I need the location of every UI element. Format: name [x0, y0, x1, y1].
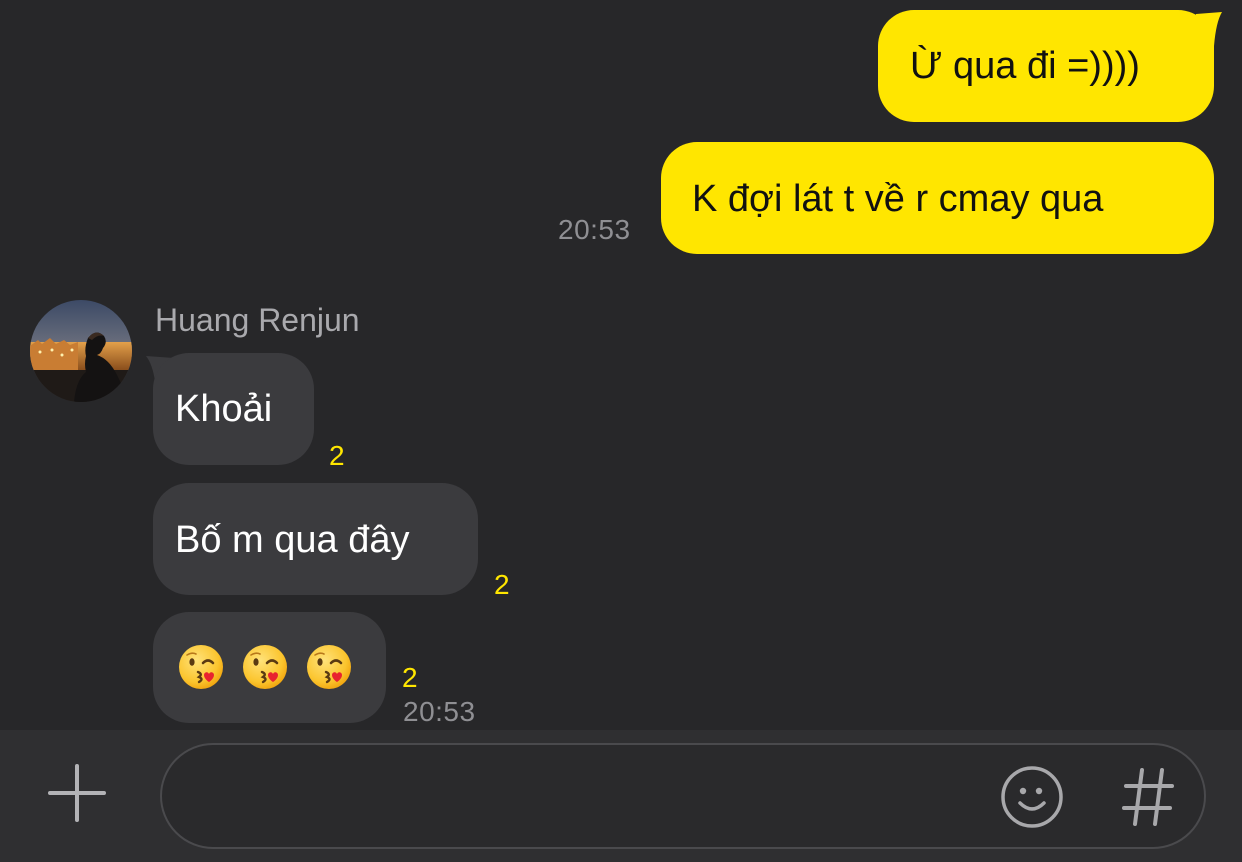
incoming-message[interactable]: Khoải — [153, 353, 314, 465]
message-text: Khoải — [175, 388, 273, 430]
incoming-message[interactable]: Bố m qua đây — [153, 483, 478, 595]
unread-count: 2 — [402, 662, 418, 693]
plus-icon[interactable] — [44, 760, 110, 826]
chat-history[interactable]: Ừ qua đi =)))) K đợi lát t về r cmay qua… — [0, 0, 1242, 730]
kissing-heart-face-icon — [305, 642, 355, 692]
sender-avatar[interactable] — [30, 300, 132, 402]
sender-name: Huang Renjun — [155, 302, 360, 338]
message-text: Bố m qua đây — [175, 519, 410, 561]
emoji-row — [177, 642, 386, 692]
bubble-tail — [1196, 12, 1222, 46]
unread-count: 2 — [494, 569, 510, 600]
message-text: K đợi lát t về r cmay qua — [692, 178, 1104, 220]
kissing-heart-face-icon — [241, 642, 291, 692]
hashtag-icon[interactable] — [1118, 764, 1178, 830]
outgoing-message[interactable]: Ừ qua đi =)))) — [878, 10, 1214, 122]
outgoing-message[interactable]: K đợi lát t về r cmay qua — [661, 142, 1214, 254]
avatar-image — [30, 300, 132, 402]
message-timestamp: 20:53 — [558, 214, 631, 245]
message-composer — [0, 730, 1242, 862]
unread-count: 2 — [329, 440, 345, 471]
incoming-message[interactable] — [153, 612, 386, 723]
smiley-icon[interactable] — [998, 763, 1066, 831]
kissing-heart-face-icon — [177, 642, 227, 692]
message-text: Ừ qua đi =)))) — [910, 45, 1140, 87]
message-timestamp: 20:53 — [403, 696, 476, 727]
